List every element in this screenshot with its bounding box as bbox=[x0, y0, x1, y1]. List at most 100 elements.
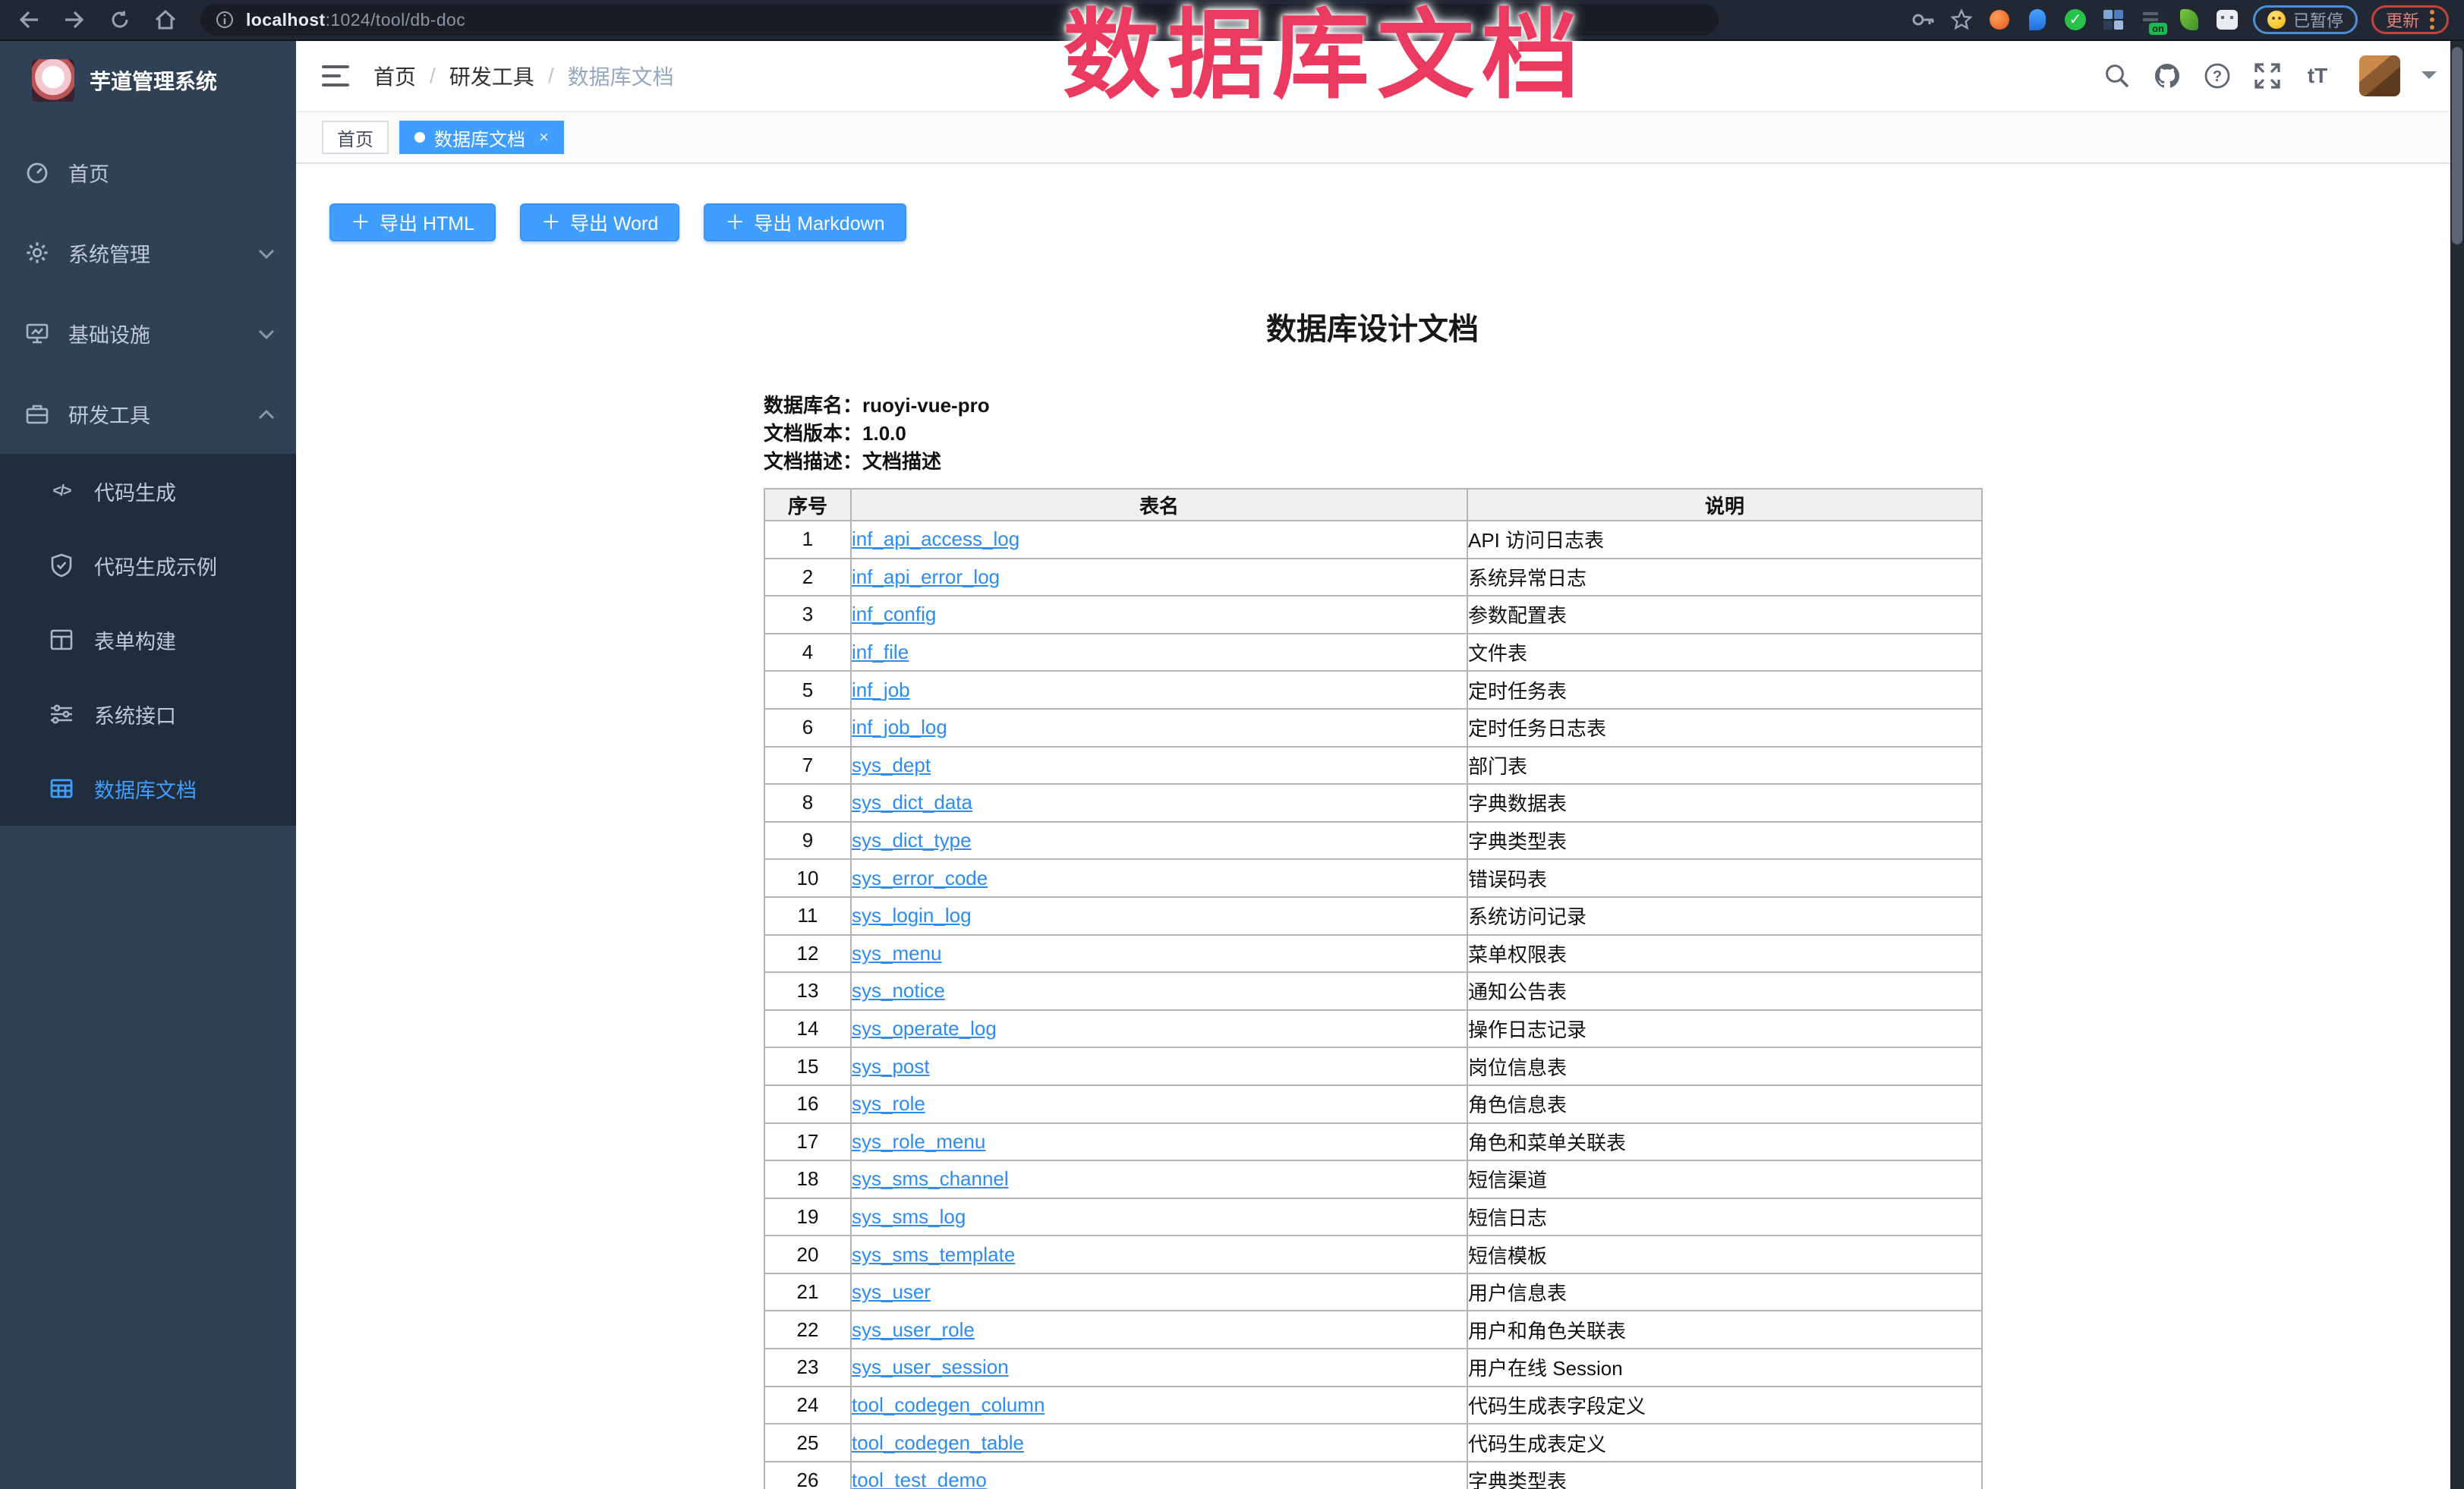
table-name-link[interactable]: sys_user_session bbox=[852, 1355, 1009, 1378]
logo-avatar bbox=[32, 59, 74, 102]
table-name-link[interactable]: inf_job bbox=[852, 678, 910, 701]
table-name-link[interactable]: inf_job_log bbox=[852, 716, 947, 738]
table-name-link[interactable]: sys_dept bbox=[852, 754, 931, 776]
table-description: 代码生成表字段定义 bbox=[1467, 1387, 1982, 1424]
user-menu-caret-icon[interactable] bbox=[2421, 71, 2437, 87]
chevron-down-icon bbox=[258, 322, 275, 345]
tag-home[interactable]: 首页 bbox=[322, 121, 389, 154]
table-row: 8sys_dict_data字典数据表 bbox=[764, 784, 1982, 822]
table-name-link[interactable]: tool_codegen_column bbox=[852, 1393, 1045, 1416]
sidebar-item-api[interactable]: 系统接口 bbox=[0, 677, 296, 751]
help-icon[interactable]: ? bbox=[2203, 61, 2232, 90]
row-index: 14 bbox=[764, 1010, 851, 1048]
sidebar-item-label: 系统管理 bbox=[68, 238, 150, 268]
breadcrumb-home[interactable]: 首页 bbox=[373, 61, 416, 91]
home-icon[interactable] bbox=[149, 3, 182, 36]
user-avatar[interactable] bbox=[2359, 55, 2400, 96]
table-name-link[interactable]: sys_dict_type bbox=[852, 829, 972, 852]
table-row: 12sys_menu菜单权限表 bbox=[764, 935, 1982, 973]
bookmark-star-icon[interactable] bbox=[1949, 8, 1974, 32]
font-size-icon[interactable]: tT bbox=[2303, 61, 2332, 90]
col-desc-header: 说明 bbox=[1467, 489, 1982, 521]
extension-green-check-icon[interactable]: ✓ bbox=[2063, 8, 2087, 32]
row-index: 11 bbox=[764, 897, 851, 935]
forward-icon[interactable] bbox=[58, 3, 91, 36]
update-button[interactable]: 更新 bbox=[2371, 5, 2449, 34]
row-index: 25 bbox=[764, 1424, 851, 1462]
paused-badge[interactable]: 已暂停 bbox=[2253, 5, 2358, 34]
sidebar-item-devtools[interactable]: 研发工具 bbox=[0, 373, 296, 454]
table-description: 系统异常日志 bbox=[1467, 559, 1982, 597]
table-name-link[interactable]: sys_dict_data bbox=[852, 791, 972, 814]
table-name-link[interactable]: sys_user bbox=[852, 1280, 931, 1303]
breadcrumb-devtools[interactable]: 研发工具 bbox=[449, 61, 534, 91]
table-name-link[interactable]: sys_sms_log bbox=[852, 1205, 966, 1228]
table-name-link[interactable]: sys_role_menu bbox=[852, 1130, 985, 1153]
scrollbar-track[interactable] bbox=[2450, 41, 2464, 1489]
content: ＋导出 HTML ＋导出 Word ＋导出 Markdown 数据库设计文档 数… bbox=[296, 203, 2464, 1489]
sidebar-item-label: 基础设施 bbox=[68, 319, 150, 348]
table-name-link[interactable]: inf_api_error_log bbox=[852, 565, 1000, 588]
table-name-link[interactable]: sys_notice bbox=[852, 979, 945, 1002]
table-description: 短信模板 bbox=[1467, 1236, 1982, 1273]
reload-icon[interactable] bbox=[103, 3, 137, 36]
github-icon[interactable] bbox=[2153, 61, 2182, 90]
sidebar-toggle-icon[interactable] bbox=[322, 65, 349, 87]
toolbox-icon bbox=[24, 401, 50, 427]
table-description: 字典数据表 bbox=[1467, 784, 1982, 822]
key-icon[interactable] bbox=[1911, 8, 1936, 32]
close-icon[interactable]: × bbox=[539, 127, 549, 147]
sidebar-item-infra[interactable]: 基础设施 bbox=[0, 293, 296, 373]
table-row: 18sys_sms_channel短信渠道 bbox=[764, 1160, 1982, 1198]
sidebar-item-home[interactable]: 首页 bbox=[0, 132, 296, 212]
logo[interactable]: 芋道管理系统 bbox=[0, 41, 296, 120]
extension-leaf-icon[interactable] bbox=[2177, 8, 2201, 32]
tag-db-doc[interactable]: 数据库文档 × bbox=[399, 121, 564, 154]
sidebar-item-form-builder[interactable]: 表单构建 bbox=[0, 603, 296, 677]
table-name-link[interactable]: inf_file bbox=[852, 641, 909, 663]
fullscreen-icon[interactable] bbox=[2253, 61, 2282, 90]
main-area: 首页 / 研发工具 / 数据库文档 ? tT bbox=[296, 41, 2464, 1489]
sidebar-item-system[interactable]: 系统管理 bbox=[0, 212, 296, 293]
doc-title: 数据库设计文档 bbox=[764, 310, 1981, 349]
table-name-link[interactable]: sys_role bbox=[852, 1092, 925, 1115]
table-name-link[interactable]: sys_menu bbox=[852, 942, 942, 965]
search-icon[interactable] bbox=[2103, 61, 2132, 90]
row-index: 23 bbox=[764, 1349, 851, 1387]
site-info-icon[interactable] bbox=[216, 11, 234, 29]
table-description: 用户和角色关联表 bbox=[1467, 1311, 1982, 1349]
table-name-link[interactable]: sys_operate_log bbox=[852, 1017, 997, 1040]
extension-orange-icon[interactable] bbox=[1987, 8, 2012, 32]
extension-pin-icon[interactable] bbox=[2025, 8, 2050, 32]
url-bar[interactable]: localhost:1024/tool/db-doc bbox=[200, 4, 1719, 36]
scrollbar-thumb[interactable] bbox=[2452, 47, 2462, 244]
back-icon[interactable] bbox=[12, 3, 46, 36]
table-row: 17sys_role_menu角色和菜单关联表 bbox=[764, 1123, 1982, 1161]
extension-bot-icon[interactable] bbox=[2215, 8, 2239, 32]
export-html-button[interactable]: ＋导出 HTML bbox=[329, 203, 496, 241]
table-name-link[interactable]: tool_codegen_table bbox=[852, 1431, 1024, 1454]
browser-menu-icon[interactable] bbox=[2430, 10, 2434, 30]
table-name-link[interactable]: sys_sms_channel bbox=[852, 1167, 1009, 1190]
monitor-icon bbox=[24, 320, 50, 346]
table-name-link[interactable]: sys_post bbox=[852, 1055, 930, 1078]
extension-on-icon[interactable]: on bbox=[2139, 8, 2163, 32]
extension-grid-icon[interactable] bbox=[2101, 8, 2125, 32]
sidebar-item-codegen-demo[interactable]: 代码生成示例 bbox=[0, 528, 296, 603]
table-name-link[interactable]: sys_user_role bbox=[852, 1318, 975, 1341]
sidebar-item-codegen[interactable]: </> 代码生成 bbox=[0, 454, 296, 528]
table-name-link[interactable]: inf_config bbox=[852, 603, 936, 625]
table-name-link[interactable]: sys_sms_template bbox=[852, 1243, 1015, 1266]
table-description: 定时任务表 bbox=[1467, 671, 1982, 709]
export-word-button[interactable]: ＋导出 Word bbox=[520, 203, 679, 241]
row-index: 3 bbox=[764, 596, 851, 634]
export-markdown-button[interactable]: ＋导出 Markdown bbox=[704, 203, 906, 241]
table-header-row: 序号 表名 说明 bbox=[764, 489, 1982, 521]
table-name-link[interactable]: inf_api_access_log bbox=[852, 527, 1019, 550]
sidebar-item-db-doc[interactable]: 数据库文档 bbox=[0, 751, 296, 826]
table-name-link[interactable]: sys_error_code bbox=[852, 867, 988, 889]
table-row: 25tool_codegen_table代码生成表定义 bbox=[764, 1424, 1982, 1462]
table-name-link[interactable]: tool_test_demo bbox=[852, 1469, 987, 1489]
table-name-link[interactable]: sys_login_log bbox=[852, 904, 972, 927]
table-description: 系统访问记录 bbox=[1467, 897, 1982, 935]
